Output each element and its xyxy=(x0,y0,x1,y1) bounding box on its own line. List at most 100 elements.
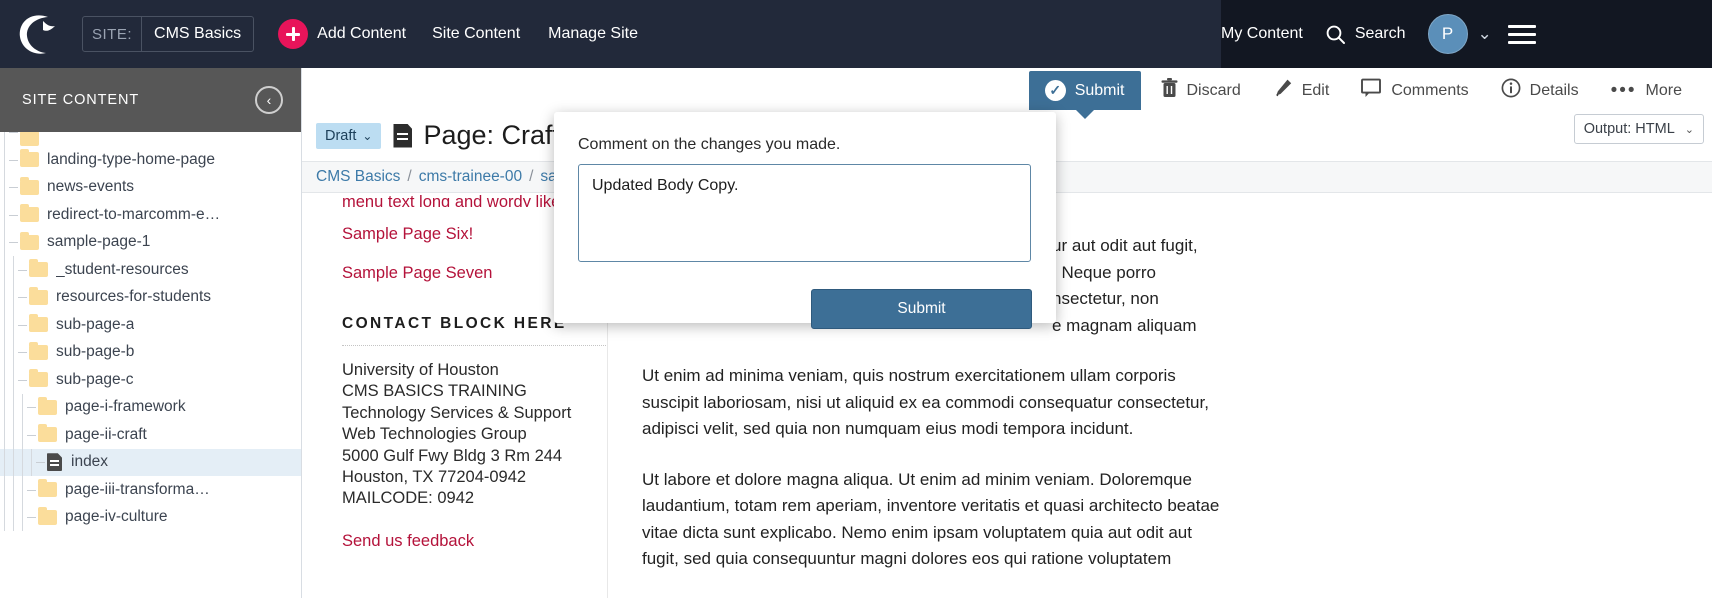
folder-icon xyxy=(29,259,48,278)
tree-guide xyxy=(0,393,9,422)
discard-button[interactable]: Discard xyxy=(1149,70,1253,111)
tree-connector xyxy=(36,449,47,477)
breadcrumb-item[interactable]: CMS Basics xyxy=(316,168,400,186)
details-button[interactable]: Details xyxy=(1489,70,1591,111)
folder-icon xyxy=(38,506,57,525)
tree-connector xyxy=(9,146,20,174)
site-label: SITE: xyxy=(83,17,143,51)
edit-button[interactable]: Edit xyxy=(1261,70,1342,111)
tree-item[interactable] xyxy=(0,132,301,146)
nav-search[interactable]: Search xyxy=(1325,24,1406,45)
output-format-select[interactable]: Output: HTML ⌄ xyxy=(1573,114,1704,144)
tree-item[interactable]: page-iii-transforma… xyxy=(0,476,301,504)
tree-item[interactable]: _student-resources xyxy=(0,256,301,284)
chevron-down-icon[interactable]: ⌄ xyxy=(1478,24,1492,44)
breadcrumb-item[interactable]: cms-trainee-00 xyxy=(419,168,522,186)
tree-connector xyxy=(18,256,29,284)
more-button[interactable]: ••• More xyxy=(1599,74,1694,108)
add-content-label: Add Content xyxy=(317,25,407,42)
chevron-down-icon: ⌄ xyxy=(1684,123,1694,136)
contact-line: University of Houston xyxy=(342,361,499,379)
site-selector[interactable]: SITE: CMS Basics xyxy=(82,16,255,52)
dialog-submit-button[interactable]: Submit xyxy=(811,289,1032,329)
tree-item-label: page-iv-culture xyxy=(65,508,168,526)
tree-item-selected[interactable]: index xyxy=(0,448,301,477)
comment-dialog-label: Comment on the changes you made. xyxy=(578,136,841,153)
tree-connector xyxy=(18,339,29,367)
comment-bubble-icon xyxy=(1361,78,1382,103)
tree-guide xyxy=(9,283,18,312)
tree-item[interactable]: page-i-framework xyxy=(0,393,301,422)
tree-item[interactable]: sub-page-c xyxy=(0,366,301,394)
comments-button[interactable]: Comments xyxy=(1349,70,1480,111)
info-icon xyxy=(1501,78,1521,103)
nav-my-content[interactable]: My Content xyxy=(1221,25,1303,43)
workflow-status-dropdown[interactable]: Draft ⌄ xyxy=(316,122,382,149)
tree-guide xyxy=(0,311,9,339)
tree-item[interactable]: page-ii-craft xyxy=(0,421,301,449)
tree-item[interactable]: redirect-to-marcomm-e… xyxy=(0,201,301,229)
submit-button[interactable]: ✓ Submit xyxy=(1028,71,1141,119)
nav-manage-site[interactable]: Manage Site xyxy=(548,25,638,43)
search-icon xyxy=(1325,24,1346,45)
tree-guide xyxy=(0,421,9,449)
add-content-button[interactable]: Add Content xyxy=(278,19,406,49)
top-nav-left-group: SITE: CMS Basics Add Content Site Conten… xyxy=(0,0,1221,68)
contact-line: Houston, TX 77204-0942 xyxy=(342,468,527,487)
tree-item-label: resources-for-students xyxy=(56,288,212,306)
tree-item[interactable]: news-events xyxy=(0,173,301,202)
tree-connector xyxy=(9,174,20,202)
details-label: Details xyxy=(1529,81,1579,99)
contact-line: CMS BASICS TRAINING xyxy=(342,382,527,401)
pencil-icon xyxy=(1273,78,1293,103)
page-document-icon xyxy=(393,123,413,148)
tree-connector xyxy=(9,201,20,229)
folder-icon xyxy=(29,314,48,333)
folder-icon xyxy=(20,204,39,223)
top-nav-right-group: My Content Search P ⌄ xyxy=(1221,0,1712,68)
tree-connector xyxy=(27,394,38,422)
tree-guide xyxy=(9,393,18,422)
my-content-label: My Content xyxy=(1221,25,1303,42)
chevron-down-icon: ⌄ xyxy=(362,128,373,143)
tree-item[interactable]: sample-page-1 xyxy=(0,228,301,257)
tree-item-label: sub-page-b xyxy=(56,343,135,361)
body-paragraph: Ut enim ad minima veniam, quis nostrum e… xyxy=(642,366,1209,438)
tree-item[interactable]: sub-page-a xyxy=(0,311,301,339)
collapse-sidebar-button[interactable]: ‹ xyxy=(255,86,283,114)
tree-item-label: _student-resources xyxy=(56,260,189,278)
cascade-logo-icon[interactable] xyxy=(14,11,66,57)
tree-item[interactable]: resources-for-students xyxy=(0,283,301,312)
tree-guide xyxy=(0,173,9,202)
tree-item[interactable]: page-iv-culture xyxy=(0,503,301,532)
tree-item-label: landing-type-home-page xyxy=(47,150,216,168)
send-feedback-link[interactable]: Send us feedback xyxy=(342,532,608,551)
contact-line: 5000 Gulf Fwy Bldg 3 Rm 244 xyxy=(342,446,563,465)
tree-connector xyxy=(9,229,20,257)
folder-icon xyxy=(38,396,57,415)
folder-icon xyxy=(38,424,57,443)
tree-guide xyxy=(9,256,18,284)
tree-item[interactable]: landing-type-home-page xyxy=(0,146,301,174)
breadcrumb-separator: / xyxy=(407,168,412,185)
more-label: More xyxy=(1645,81,1682,99)
trash-icon xyxy=(1161,78,1178,103)
tree-item-label: redirect-to-marcomm-e… xyxy=(47,205,221,223)
hamburger-menu-icon[interactable] xyxy=(1507,20,1536,49)
tree-guide xyxy=(0,201,9,229)
comment-textarea[interactable] xyxy=(578,164,1031,262)
contact-line: Web Technologies Group xyxy=(342,425,527,444)
avatar[interactable]: P xyxy=(1427,14,1468,54)
tree-guide xyxy=(0,503,9,532)
check-circle-icon: ✓ xyxy=(1044,80,1066,101)
tree-guide xyxy=(0,132,9,146)
tree-item-label: page-ii-craft xyxy=(65,425,147,443)
nav-site-content[interactable]: Site Content xyxy=(432,25,520,43)
avatar-initial: P xyxy=(1441,24,1454,43)
tree-connector xyxy=(18,311,29,339)
comments-label: Comments xyxy=(1391,81,1469,99)
folder-icon xyxy=(20,231,39,250)
comment-dialog-actions: Submit xyxy=(578,289,1032,329)
tree-item[interactable]: sub-page-b xyxy=(0,338,301,367)
tree-guide xyxy=(9,448,18,477)
